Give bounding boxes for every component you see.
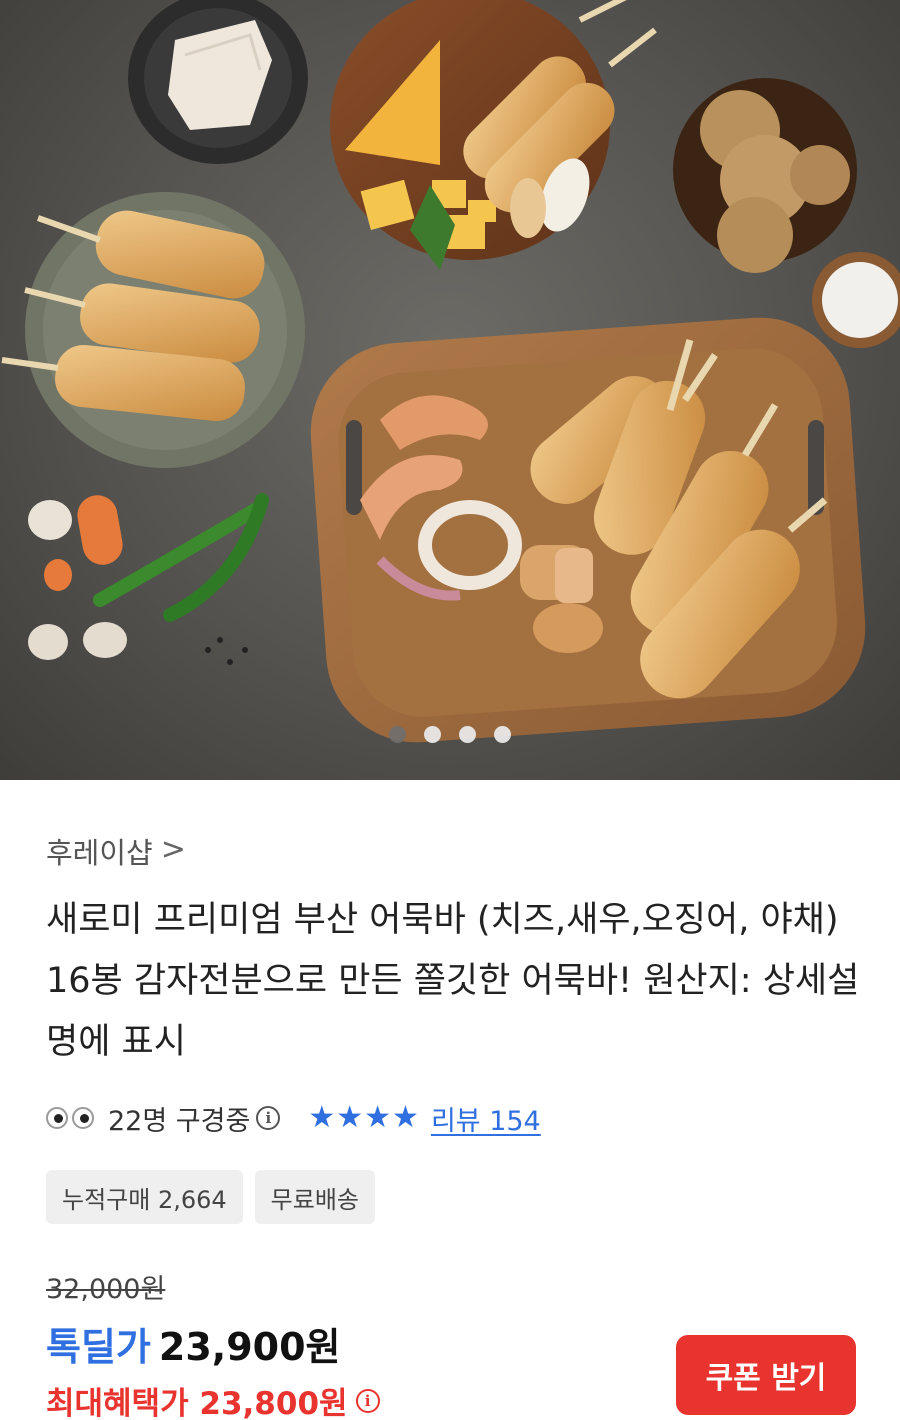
rating-stars: ★ ★ ★ ★ (308, 1103, 419, 1133)
deal-price-row: 톡딜가 23,900원 (46, 1316, 341, 1371)
gallery-dot[interactable] (459, 726, 476, 743)
get-coupon-button[interactable]: 쿠폰 받기 (676, 1335, 856, 1415)
star-icon: ★ (336, 1100, 364, 1135)
star-icon: ★ (364, 1100, 392, 1135)
product-title: 새로미 프리미엄 부산 어묵바 (치즈,새우,오징어, 야채) 16봉 감자전분… (46, 900, 860, 1062)
product-chips: 누적구매 2,664 무료배송 (46, 1170, 375, 1224)
star-icon: ★ (308, 1100, 336, 1135)
viewer-count: 22명 구경중 (108, 1105, 251, 1137)
deal-label: 톡딜가 (46, 1325, 151, 1369)
gallery-dot[interactable] (389, 726, 406, 743)
info-circle-icon[interactable]: i (355, 1388, 380, 1413)
gallery-pagination (0, 726, 900, 743)
free-shipping-chip: 무료배송 (254, 1170, 375, 1224)
seller-name: 후레이샵 (46, 836, 153, 870)
seller-link[interactable]: 후레이샵 > (46, 830, 186, 872)
max-benefit-price: 최대혜택가 23,800원 (46, 1386, 348, 1420)
product-image-gallery[interactable] (0, 0, 900, 780)
max-benefit-row: 최대혜택가 23,800원 i (46, 1378, 380, 1420)
product-meta-row: 22명 구경중 i ★ ★ ★ ★ 리뷰 154 (46, 1098, 541, 1138)
eyes-icon (46, 1107, 94, 1129)
info-circle-icon[interactable]: i (256, 1106, 281, 1130)
gallery-dot[interactable] (424, 726, 441, 743)
original-price: 32,000원 (46, 1274, 166, 1305)
star-icon: ★ (392, 1100, 419, 1135)
chevron-right-icon: > (160, 832, 186, 867)
cumulative-purchase-chip: 누적구매 2,664 (46, 1170, 243, 1224)
gallery-dot[interactable] (494, 726, 511, 743)
deal-price: 23,900원 (158, 1325, 341, 1369)
review-link[interactable]: 리뷰 154 (431, 1099, 541, 1138)
product-photo (1, 0, 900, 743)
